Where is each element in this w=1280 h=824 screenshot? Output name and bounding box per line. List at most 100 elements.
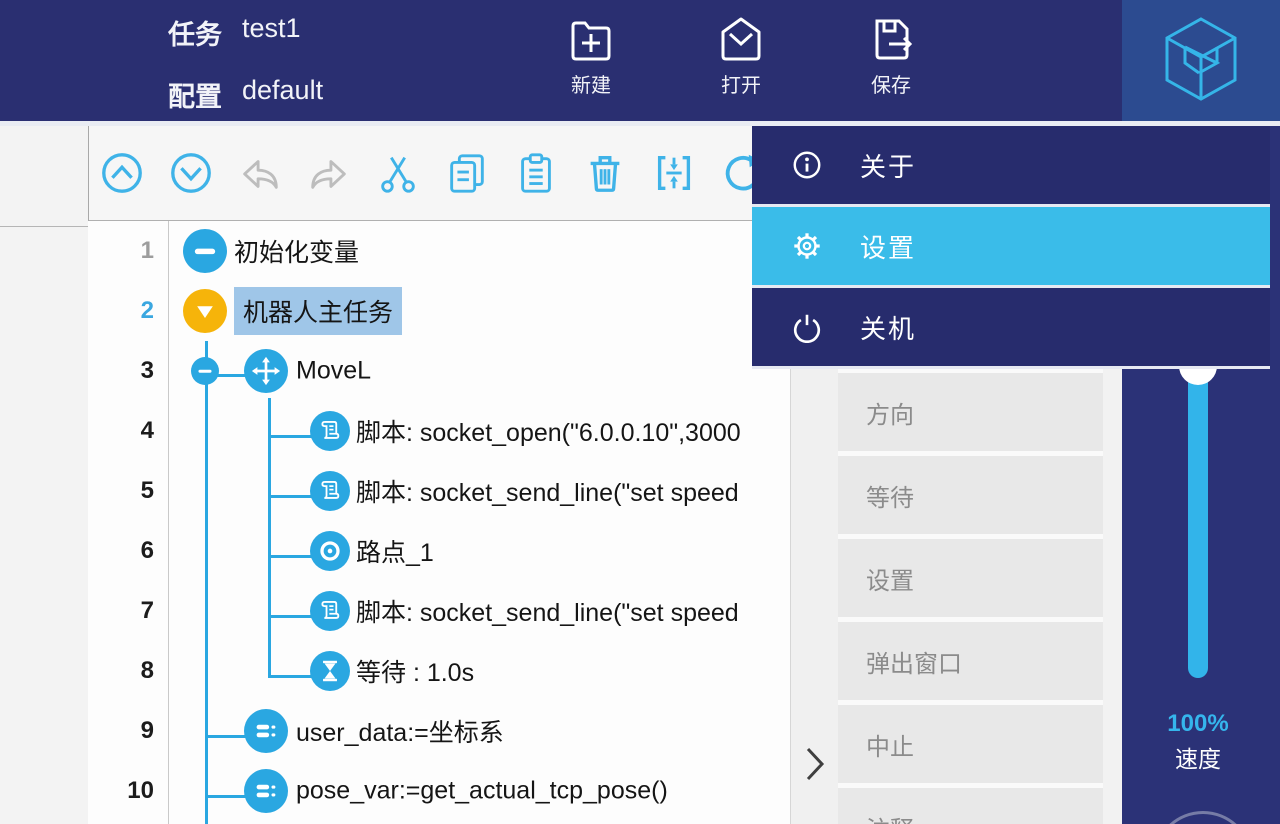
toolbar-merge-icon[interactable]	[651, 150, 697, 196]
info-icon	[791, 149, 823, 181]
topbar-actions: 新建 打开 保存	[548, 10, 934, 114]
gear-icon	[790, 229, 824, 263]
command-list: 方向等待设置弹出窗口中止注释	[838, 373, 1103, 824]
collapse-up-icon	[99, 150, 145, 196]
tree-row-label: MoveL	[296, 357, 371, 386]
topbar-action-保存[interactable]: 保存	[848, 10, 934, 114]
tree-row-label: 脚本: socket_send_line("set speed	[356, 593, 739, 629]
tree-row-2[interactable]: 2机器人主任务	[88, 281, 790, 341]
tree-row-label: user_data:=坐标系	[296, 713, 504, 749]
triangle-down-icon	[183, 289, 227, 333]
command-button-设置[interactable]: 设置	[838, 539, 1103, 617]
speed-percent: 100%	[1122, 710, 1274, 738]
tree-row-label: 路点_1	[356, 533, 434, 569]
tree-row-4[interactable]: 4 脚本: socket_open("6.0.0.10",3000	[88, 401, 790, 461]
collapse-toggle-icon[interactable]	[191, 357, 219, 385]
main-menu-button[interactable]	[1122, 0, 1280, 122]
tree-row-label: 脚本: socket_open("6.0.0.10",3000	[356, 413, 741, 449]
gear-icon	[791, 230, 823, 262]
assign-icon	[244, 709, 288, 753]
tree-row-1[interactable]: 1初始化变量	[88, 221, 790, 281]
jog-dial[interactable]	[1153, 811, 1253, 824]
script-icon	[314, 595, 346, 627]
line-number: 4	[88, 401, 154, 461]
tree-row-10[interactable]: 10pose_var:=get_actual_tcp_pose()	[88, 761, 790, 821]
top-bar: 任务 test1 配置 default 新建打开保存	[0, 0, 1280, 122]
task-value: test1	[242, 13, 301, 44]
expand-down-icon	[168, 150, 214, 196]
command-button-注释[interactable]: 注释	[838, 788, 1103, 824]
minus-node-icon	[183, 229, 227, 273]
command-button-中止[interactable]: 中止	[838, 705, 1103, 783]
menu-item-设置[interactable]: 设置	[752, 207, 1270, 285]
waypoint-icon	[314, 535, 346, 567]
toolbar-icons	[99, 150, 766, 196]
waypoint-icon	[310, 531, 350, 571]
menu-item-关于[interactable]: 关于	[752, 126, 1270, 204]
script-icon	[314, 475, 346, 507]
topbar-action-label: 新建	[571, 69, 611, 98]
menu-item-label: 关机	[860, 309, 916, 346]
program-tree: 1初始化变量2机器人主任务3 MoveL 4 脚本: socket_open("6.0…	[88, 221, 790, 824]
power-icon	[790, 310, 824, 344]
move-icon	[248, 353, 284, 389]
task-label: 任务	[168, 13, 222, 52]
toolbar-expand-down-icon[interactable]	[168, 150, 214, 196]
left-rail-divider	[0, 226, 88, 227]
script-icon	[310, 411, 350, 451]
assign-icon	[248, 773, 284, 809]
move-icon	[244, 349, 288, 393]
triangle-down-icon	[187, 293, 223, 329]
assign-icon	[248, 713, 284, 749]
command-button-等待[interactable]: 等待	[838, 456, 1103, 534]
tree-row-5[interactable]: 5脚本: socket_send_line("set speed	[88, 461, 790, 521]
topbar-action-打开[interactable]: 打开	[698, 10, 784, 114]
topbar-action-新建[interactable]: 新建	[548, 10, 634, 114]
left-rail	[0, 126, 89, 824]
undo-icon	[237, 150, 283, 196]
menu-item-关机[interactable]: 关机	[752, 288, 1270, 366]
tree-row-9[interactable]: 9 user_data:=坐标系	[88, 701, 790, 761]
line-number: 9	[88, 701, 154, 761]
app-window: 任务 test1 配置 default 新建打开保存	[0, 0, 1280, 824]
speed-slider-track[interactable]	[1188, 355, 1208, 678]
merge-icon	[651, 150, 697, 196]
redo-icon	[306, 150, 352, 196]
topbar-action-label: 打开	[721, 69, 761, 98]
tree-row-8[interactable]: 8 等待 : 1.0s	[88, 641, 790, 701]
tree-row-label: 等待 : 1.0s	[356, 653, 474, 689]
line-number: 10	[88, 761, 154, 821]
menu-item-label: 关于	[860, 147, 916, 184]
minus-node-icon	[187, 233, 223, 269]
wait-icon	[310, 651, 350, 691]
toolbar-undo-icon[interactable]	[237, 150, 283, 196]
script-icon	[314, 415, 346, 447]
cut-icon	[375, 150, 421, 196]
line-number: 8	[88, 641, 154, 701]
toolbar-collapse-up-icon[interactable]	[99, 150, 145, 196]
toolbar-delete-icon[interactable]	[582, 150, 628, 196]
chevron-right-icon[interactable]	[803, 745, 827, 788]
command-button-弹出窗口[interactable]: 弹出窗口	[838, 622, 1103, 700]
script-icon	[310, 591, 350, 631]
toolbar-copy-icon[interactable]	[444, 150, 490, 196]
command-button-方向[interactable]: 方向	[838, 373, 1103, 451]
line-number: 3	[88, 341, 154, 401]
toolbar-cut-icon[interactable]	[375, 150, 421, 196]
line-number: 7	[88, 581, 154, 641]
toolbar-paste-icon[interactable]	[513, 150, 559, 196]
toolbar-redo-icon[interactable]	[306, 150, 352, 196]
assign-icon	[244, 769, 288, 813]
brand-cube-logo	[1159, 13, 1243, 110]
new-file-icon	[563, 10, 619, 66]
line-number: 6	[88, 521, 154, 581]
edit-toolbar	[89, 126, 790, 221]
menu-item-label: 设置	[860, 228, 916, 265]
copy-icon	[444, 150, 490, 196]
tree-row-label: 初始化变量	[234, 233, 359, 269]
config-value: default	[242, 75, 323, 106]
tree-row-3[interactable]: 3 MoveL	[88, 341, 790, 401]
tree-row-6[interactable]: 6 路点_1	[88, 521, 790, 581]
topbar-action-label: 保存	[871, 69, 911, 98]
tree-row-7[interactable]: 7 脚本: socket_send_line("set speed	[88, 581, 790, 641]
